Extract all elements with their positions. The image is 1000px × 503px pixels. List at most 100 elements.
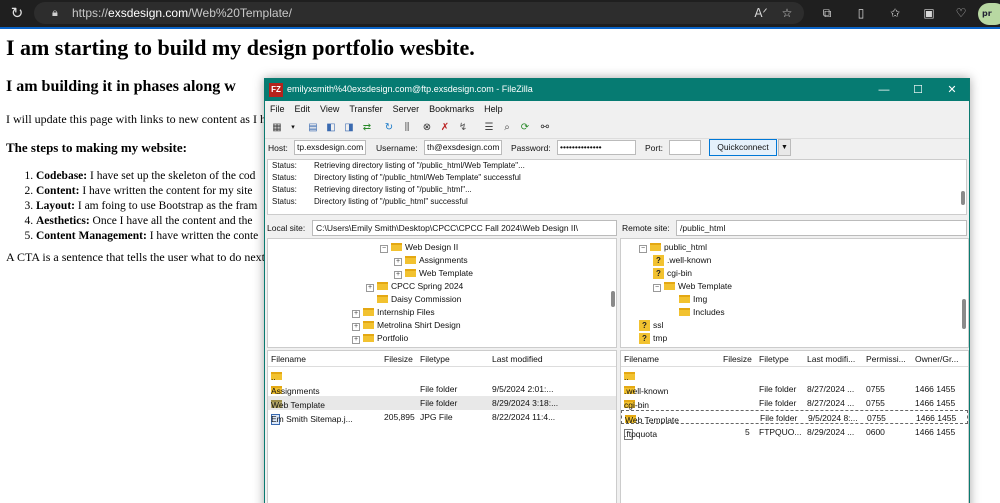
- quickconnect-dropdown-icon[interactable]: ▼: [778, 139, 791, 156]
- dir-comparison-icon[interactable]: ⌕: [499, 120, 515, 136]
- table-row[interactable]: ..: [621, 368, 968, 382]
- favorite-star-icon[interactable]: ☆: [778, 4, 796, 22]
- col-filesize[interactable]: Filesize: [723, 354, 752, 364]
- toggle-message-log-icon[interactable]: ▤: [305, 120, 321, 136]
- table-row[interactable]: Assignments File folder 9/5/2024 2:01:...: [268, 382, 616, 396]
- table-row[interactable]: .ftpquota 5 FTPQUO... 8/29/2024 ... 0600 1466…: [621, 425, 968, 440]
- lock-icon[interactable]: 🔒︎: [52, 5, 66, 21]
- menu-view[interactable]: View: [315, 101, 344, 114]
- sync-browsing-icon[interactable]: ⟳: [517, 120, 533, 136]
- local-site-bar: Local site: C:\Users\Emily Smith\Desktop…: [265, 220, 617, 237]
- directory-filter-icon[interactable]: ☰: [481, 120, 497, 136]
- menu-server[interactable]: Server: [388, 101, 425, 114]
- quickconnect-button[interactable]: Quickconnect: [709, 139, 777, 156]
- col-filetype[interactable]: Filetype: [420, 354, 450, 364]
- remote-tree-scrollbar[interactable]: [962, 299, 966, 329]
- tree-node[interactable]: ? ssl: [639, 319, 663, 331]
- menu-transfer[interactable]: Transfer: [344, 101, 387, 114]
- folder-icon: [650, 243, 661, 251]
- col-last-modified[interactable]: Last modifi...: [807, 354, 855, 364]
- transfer-queue-icon[interactable]: ⇄: [359, 120, 375, 136]
- tree-node[interactable]: + Portfolio: [352, 332, 408, 344]
- tree-node[interactable]: − public_html: [639, 241, 707, 253]
- process-queue-icon[interactable]: ⫼: [399, 120, 415, 136]
- tree-node[interactable]: ? cgi-bin: [653, 267, 692, 279]
- port-field[interactable]: [669, 140, 701, 155]
- log-scrollbar[interactable]: [961, 191, 965, 205]
- menu-edit[interactable]: Edit: [290, 101, 316, 114]
- table-row[interactable]: Web Template File folder 9/5/2024 8:... 075…: [621, 410, 968, 425]
- local-file-list[interactable]: Filename Filesize Filetype Last modified…: [267, 350, 617, 503]
- table-row[interactable]: Em Smith Sitemap.j... 205,895 JPG File 8/22…: [268, 410, 616, 425]
- table-row[interactable]: .well-known File folder 8/27/2024 ... 0755 1…: [621, 382, 968, 396]
- host-field[interactable]: tp.exsdesign.com: [294, 140, 366, 155]
- tree-node[interactable]: + Web Template: [394, 267, 473, 279]
- tree-node[interactable]: Daisy Commission: [366, 293, 461, 305]
- remote-file-list[interactable]: Filename Filesize Filetype Last modifi..…: [620, 350, 969, 503]
- toggle-remote-tree-icon[interactable]: ◨: [341, 120, 357, 136]
- menu-help[interactable]: Help: [479, 101, 508, 114]
- refresh-icon[interactable]: ↻: [381, 120, 397, 136]
- collections-icon[interactable]: ▣: [920, 4, 938, 22]
- read-aloud-icon[interactable]: Aᐟ: [752, 4, 770, 22]
- local-directory-tree[interactable]: − Web Design II + Assignments + Web Templat…: [267, 238, 617, 348]
- col-filename[interactable]: Filename: [624, 354, 659, 364]
- username-field[interactable]: th@exsdesign.com: [424, 140, 502, 155]
- site-manager-icon[interactable]: ▦: [269, 120, 285, 136]
- window-titlebar[interactable]: FZ emilyxsmith%40exsdesign.com@ftp.exsde…: [265, 79, 969, 101]
- steps-heading: The steps to making my website:: [6, 140, 187, 155]
- message-log[interactable]: Status: Retrieving directory listing of "…: [267, 159, 967, 215]
- menu-bookmarks[interactable]: Bookmarks: [424, 101, 479, 114]
- folder-icon: [405, 269, 416, 277]
- step-item: Codebase: I have set up the skeleton of …: [36, 169, 258, 184]
- extensions-icon[interactable]: ⧉: [818, 4, 836, 22]
- search-remote-icon[interactable]: ⚯: [537, 120, 553, 136]
- remote-directory-tree[interactable]: − public_html ? .well-known ? cgi-bin − Web …: [620, 238, 969, 348]
- menu-file[interactable]: File: [265, 101, 290, 114]
- reconnect-icon[interactable]: ↯: [455, 120, 471, 136]
- table-row[interactable]: ..: [268, 368, 616, 382]
- local-site-label: Local site:: [267, 223, 306, 233]
- tree-node[interactable]: + CPCC Spring 2024: [366, 280, 463, 292]
- tree-node[interactable]: − Web Template: [653, 280, 732, 292]
- remote-site-path[interactable]: /public_html: [676, 220, 967, 236]
- col-filetype[interactable]: Filetype: [759, 354, 789, 364]
- table-row[interactable]: Web Template File folder 8/29/2024 3:18:..…: [268, 396, 616, 410]
- folder-icon: [679, 295, 690, 303]
- table-row[interactable]: cgi-bin File folder 8/27/2024 ... 0755 1466 …: [621, 396, 968, 410]
- local-site-path[interactable]: C:\Users\Emily Smith\Desktop\CPCC\CPCC F…: [312, 220, 617, 236]
- tree-node[interactable]: ? tmp: [639, 332, 667, 344]
- close-button[interactable]: ✕: [935, 79, 969, 101]
- minimize-button[interactable]: —: [867, 79, 901, 101]
- maximize-button[interactable]: ☐: [901, 79, 935, 101]
- folder-icon: [391, 243, 402, 251]
- tree-node[interactable]: Img: [679, 293, 707, 305]
- log-entry: Status: Retrieving directory listing of "…: [272, 161, 525, 170]
- browser-essentials-icon[interactable]: ♡: [952, 4, 970, 22]
- page-title: I am starting to build my design portfol…: [6, 35, 475, 60]
- profile-avatar[interactable]: pr: [978, 3, 1000, 25]
- col-permissions[interactable]: Permissi...: [866, 354, 906, 364]
- tree-node[interactable]: + Assignments: [394, 254, 468, 266]
- tree-node[interactable]: Includes: [679, 306, 725, 318]
- site-manager-dropdown-icon[interactable]: ▾: [285, 120, 301, 136]
- col-filename[interactable]: Filename: [271, 354, 306, 364]
- col-owner-group[interactable]: Owner/Gr...: [915, 354, 958, 364]
- reload-icon[interactable]: ↻: [8, 4, 26, 22]
- col-last-modified[interactable]: Last modified: [492, 354, 543, 364]
- split-screen-icon[interactable]: ▯: [852, 4, 870, 22]
- port-label: Port:: [645, 143, 663, 153]
- toggle-local-tree-icon[interactable]: ◧: [323, 120, 339, 136]
- local-tree-scrollbar[interactable]: [611, 291, 615, 307]
- tree-node[interactable]: + Internship Files: [352, 306, 435, 318]
- disconnect-icon[interactable]: ✗: [437, 120, 453, 136]
- favorites-icon[interactable]: ✩: [886, 4, 904, 22]
- tree-node[interactable]: − Web Design II: [380, 241, 458, 253]
- address-url[interactable]: https://exsdesign.com/Web%20Template/: [72, 6, 292, 20]
- col-filesize[interactable]: Filesize: [384, 354, 413, 364]
- toolbar: ▦ ▾ ▤ ◧ ◨ ⇄ ↻ ⫼ ⊗ ✗ ↯ ☰ ⌕ ⟳ ⚯: [265, 117, 969, 139]
- cancel-operation-icon[interactable]: ⊗: [419, 120, 435, 136]
- password-field[interactable]: ••••••••••••••: [557, 140, 636, 155]
- tree-node[interactable]: ? .well-known: [653, 254, 711, 266]
- tree-node[interactable]: + Metrolina Shirt Design: [352, 319, 461, 331]
